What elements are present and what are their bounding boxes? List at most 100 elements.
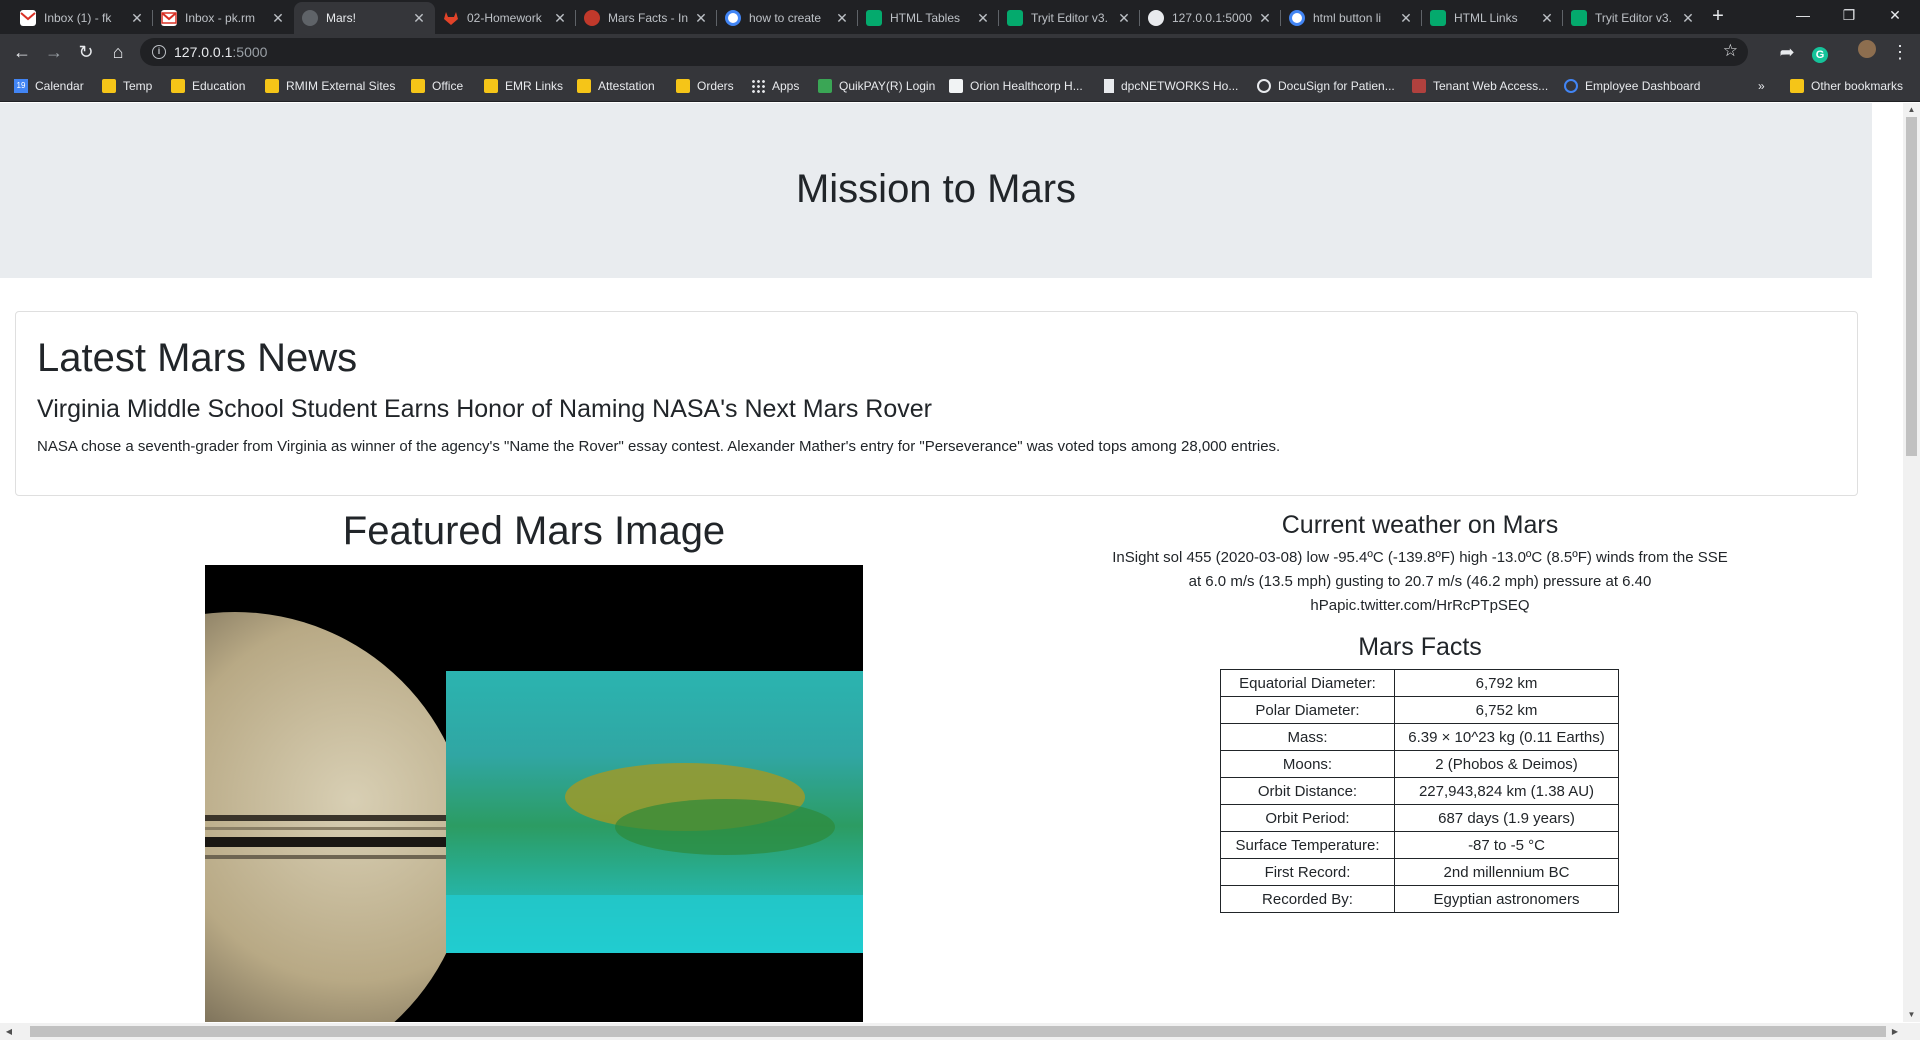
browser-tab[interactable]: HTML Tables ✕ <box>858 2 999 34</box>
news-card: Latest Mars News Virginia Middle School … <box>15 311 1858 496</box>
browser-tab[interactable]: Tryit Editor v3. ✕ <box>999 2 1140 34</box>
info-icon[interactable]: i <box>152 45 166 59</box>
fact-value: Egyptian astronomers <box>1394 885 1619 913</box>
bookmark-orion[interactable]: Orion Healthcorp H... <box>949 78 1083 94</box>
reload-icon[interactable]: ↻ <box>74 40 98 64</box>
address-url[interactable]: 127.0.0.1:5000 <box>174 44 267 60</box>
profile-avatar-icon[interactable] <box>1855 40 1879 64</box>
bookmark-label: EMR Links <box>505 79 564 93</box>
close-icon[interactable]: ✕ <box>1398 10 1414 27</box>
share-arrow-icon[interactable]: ➦ <box>1775 40 1799 64</box>
address-bar[interactable]: i 127.0.0.1:5000 ☆ <box>140 38 1748 66</box>
bookmark-apps[interactable]: Apps <box>751 78 799 94</box>
bookmark-folder[interactable]: Orders <box>676 78 734 94</box>
bookmark-tenant[interactable]: Tenant Web Access... <box>1412 78 1548 94</box>
back-arrow-icon[interactable]: ← <box>10 40 34 64</box>
scroll-down-arrow-icon[interactable]: ▼ <box>1903 1008 1920 1022</box>
bookmark-folder[interactable]: Attestation <box>577 78 655 94</box>
bookmark-dpcnetworks[interactable]: dpcNETWORKS Ho... <box>1104 78 1238 94</box>
browser-tab[interactable]: html button li ✕ <box>1281 2 1422 34</box>
close-icon[interactable]: ✕ <box>270 10 286 27</box>
weather-heading: Current weather on Mars <box>1281 511 1559 539</box>
bookmark-label: Apps <box>772 79 800 93</box>
vertical-scroll-thumb[interactable] <box>1906 117 1917 456</box>
menu-kebab-icon[interactable]: ⋮ <box>1888 40 1912 64</box>
bookmark-label: DocuSign for Patien... <box>1278 79 1395 93</box>
tab-title: HTML Links <box>1454 11 1518 25</box>
folder-icon <box>411 79 425 93</box>
bookmarks-overflow-chevron-icon[interactable]: » <box>1758 78 1765 94</box>
close-icon[interactable]: ✕ <box>1680 10 1696 27</box>
bookmark-label: Attestation <box>598 79 655 93</box>
tab-title: Tryit Editor v3. <box>1031 11 1108 25</box>
close-icon[interactable]: ✕ <box>552 10 568 27</box>
bookmark-calendar[interactable]: 19 Calendar <box>14 78 84 94</box>
news-headline: Virginia Middle School Student Earns Hon… <box>37 395 932 423</box>
bookmark-folder[interactable]: Education <box>171 78 245 94</box>
bookmark-folder[interactable]: RMIM External Sites <box>265 78 395 94</box>
close-icon[interactable]: ✕ <box>129 10 145 27</box>
horizontal-scroll-thumb[interactable] <box>30 1026 1886 1037</box>
table-row: Equatorial Diameter: 6,792 km <box>1220 669 1619 697</box>
browser-tab[interactable]: 02-Homework ✕ <box>435 2 576 34</box>
tab-title: 02-Homework <box>467 11 542 25</box>
quikpay-icon <box>818 79 832 93</box>
close-icon[interactable]: ✕ <box>1539 10 1555 27</box>
browser-tab[interactable]: Inbox - pk.rm ✕ <box>153 2 294 34</box>
other-bookmarks[interactable]: Other bookmarks <box>1790 78 1903 94</box>
tab-title: how to create <box>749 11 822 25</box>
bookmark-star-icon[interactable]: ☆ <box>1723 41 1738 61</box>
window-close-button[interactable]: ✕ <box>1872 0 1918 30</box>
bookmark-folder[interactable]: Office <box>411 78 463 94</box>
browser-tab[interactable]: Tryit Editor v3. ✕ <box>1563 2 1704 34</box>
fact-label: Surface Temperature: <box>1220 831 1395 859</box>
table-row: Mass: 6.39 × 10^23 kg (0.11 Earths) <box>1220 723 1619 751</box>
bookmark-folder[interactable]: EMR Links <box>484 78 563 94</box>
folder-icon <box>676 79 690 93</box>
grammarly-icon[interactable]: G <box>1808 40 1832 64</box>
featured-image-graphic <box>205 565 863 1022</box>
home-icon[interactable]: ⌂ <box>106 40 130 64</box>
bookmark-quikpay[interactable]: QuikPAY(R) Login <box>818 78 935 94</box>
minimize-button[interactable]: — <box>1780 0 1826 30</box>
bookmark-employee-dashboard[interactable]: Employee Dashboard <box>1564 78 1700 94</box>
folder-icon <box>265 79 279 93</box>
close-icon[interactable]: ✕ <box>1257 10 1273 27</box>
table-row: Surface Temperature: -87 to -5 °C <box>1220 831 1619 859</box>
forward-arrow-icon[interactable]: → <box>42 40 66 64</box>
browser-tab[interactable]: how to create ✕ <box>717 2 858 34</box>
tab-title: Tryit Editor v3. <box>1595 11 1672 25</box>
close-icon[interactable]: ✕ <box>834 10 850 27</box>
page-title: Mission to Mars <box>795 167 1077 211</box>
close-icon[interactable]: ✕ <box>693 10 709 27</box>
close-icon[interactable]: ✕ <box>1116 10 1132 27</box>
tenant-icon <box>1412 79 1426 93</box>
fact-value: 2nd millennium BC <box>1394 858 1619 886</box>
bookmark-label: Education <box>192 79 246 93</box>
close-icon[interactable]: ✕ <box>411 10 427 27</box>
table-row: Polar Diameter: 6,752 km <box>1220 696 1619 724</box>
table-row: Orbit Distance: 227,943,824 km (1.38 AU) <box>1220 777 1619 805</box>
scroll-left-arrow-icon[interactable]: ◀ <box>2 1023 16 1040</box>
browser-tab[interactable]: 127.0.0.1:5000 ✕ <box>1140 2 1281 34</box>
folder-icon <box>577 79 591 93</box>
bookmark-label: Employee Dashboard <box>1585 79 1701 93</box>
bookmark-label: dpcNETWORKS Ho... <box>1121 79 1239 93</box>
browser-tab-active[interactable]: Mars! ✕ <box>294 2 435 34</box>
close-icon[interactable]: ✕ <box>975 10 991 27</box>
bookmark-docusign[interactable]: DocuSign for Patien... <box>1257 78 1395 94</box>
bookmark-label: Office <box>432 79 464 93</box>
scroll-up-arrow-icon[interactable]: ▲ <box>1903 103 1920 117</box>
browser-tab[interactable]: HTML Links ✕ <box>1422 2 1563 34</box>
browser-tab[interactable]: Mars Facts - In ✕ <box>576 2 717 34</box>
bookmark-folder[interactable]: Temp <box>102 78 152 94</box>
restore-button[interactable]: ❐ <box>1826 0 1872 30</box>
new-tab-button[interactable]: + <box>1706 5 1730 29</box>
browser-tab[interactable]: Inbox (1) - fk ✕ <box>12 2 153 34</box>
fact-label: Polar Diameter: <box>1220 696 1395 724</box>
horizontal-scrollbar[interactable]: ◀ ▶ <box>0 1023 1920 1040</box>
vertical-scrollbar[interactable]: ▲ ▼ <box>1903 103 1920 1022</box>
globe-icon <box>1148 10 1164 26</box>
scroll-right-arrow-icon[interactable]: ▶ <box>1888 1023 1902 1040</box>
news-heading: Latest Mars News <box>37 336 358 380</box>
